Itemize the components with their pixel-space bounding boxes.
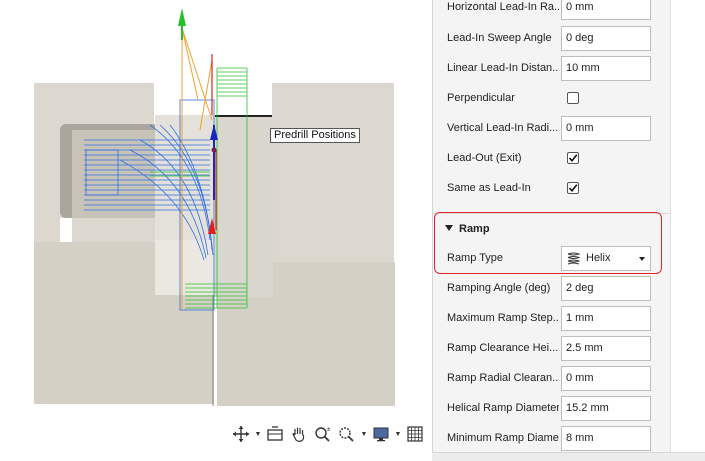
ramp-radial-clearance-field[interactable]: 0 mm (561, 366, 651, 391)
vertical-leadin-radius-row: Vertical Lead-In Radi... 0 mm (433, 113, 671, 143)
horizontal-leadin-radius-label: Horizontal Lead-In Ra... (447, 1, 559, 13)
checkmark-icon (568, 184, 578, 193)
helical-ramp-diameter-field[interactable]: 15.2 mm (561, 396, 651, 421)
panel-scrollbar[interactable] (670, 0, 705, 461)
model-scene[interactable] (0, 0, 430, 461)
helical-ramp-diameter-label: Helical Ramp Diameter (447, 402, 559, 414)
minimum-ramp-diameter-field[interactable]: 8 mm (561, 426, 651, 451)
axis-y-arrow (178, 8, 186, 26)
right-inner-wall (215, 115, 273, 297)
ramping-angle-field[interactable]: 2 deg (561, 276, 651, 301)
ramp-highlight-annotation (434, 212, 662, 274)
ramping-angle-label: Ramping Angle (deg) (447, 282, 551, 294)
navigation-toolbar: ▼ ± ▼ ▼ ▼ (230, 421, 430, 447)
ramping-angle-row: Ramping Angle (deg) 2 deg (433, 273, 671, 303)
horizontal-leadin-radius-row: Horizontal Lead-In Ra... 0 mm (433, 0, 671, 22)
leadout-exit-row: Lead-Out (Exit) (433, 143, 671, 173)
linear-leadin-distance-field[interactable]: 10 mm (561, 56, 651, 81)
vertical-leadin-radius-field[interactable]: 0 mm (561, 116, 651, 141)
same-as-leadin-label: Same as Lead-In (447, 182, 531, 194)
zoom-window-icon[interactable] (336, 423, 358, 445)
perpendicular-checkbox[interactable] (567, 92, 579, 104)
minimum-ramp-diameter-label: Minimum Ramp Diame... (447, 432, 559, 444)
leadin-sweep-angle-field[interactable]: 0 deg (561, 26, 651, 51)
leadout-exit-label: Lead-Out (Exit) (447, 152, 522, 164)
minimum-ramp-diameter-row: Minimum Ramp Diame... 8 mm (433, 423, 671, 453)
stock-right-upper (272, 83, 394, 263)
vertical-leadin-radius-label: Vertical Lead-In Radi... (447, 122, 559, 134)
ramp-radial-clearance-row: Ramp Radial Clearan... 0 mm (433, 363, 671, 393)
same-as-leadin-row: Same as Lead-In (433, 173, 671, 203)
channel-floor (155, 240, 215, 295)
toolpath-point (211, 147, 217, 153)
zoom-icon[interactable]: ± (312, 423, 334, 445)
svg-text:±: ± (326, 426, 331, 433)
zoom-dropdown-icon[interactable]: ▼ (360, 423, 368, 445)
leadin-sweep-angle-label: Lead-In Sweep Angle (447, 32, 552, 44)
linear-leadin-distance-row: Linear Lead-In Distan... 10 mm (433, 53, 671, 83)
maximum-ramp-step-label: Maximum Ramp Step... (447, 312, 559, 324)
same-as-leadin-checkbox[interactable] (567, 182, 579, 194)
linear-leadin-distance-label: Linear Lead-In Distan... (447, 62, 559, 74)
orbit-dropdown-icon[interactable]: ▼ (254, 423, 262, 445)
pan-hand-icon[interactable] (288, 423, 310, 445)
helical-ramp-diameter-row: Helical Ramp Diameter 15.2 mm (433, 393, 671, 423)
display-settings-icon[interactable] (370, 423, 392, 445)
horizontal-scrollbar[interactable] (432, 452, 705, 461)
grid-dropdown-icon[interactable]: ▼ (428, 423, 430, 445)
maximum-ramp-step-row: Maximum Ramp Step... 1 mm (433, 303, 671, 333)
maximum-ramp-step-field[interactable]: 1 mm (561, 306, 651, 331)
leadin-sweep-angle-row: Lead-In Sweep Angle 0 deg (433, 23, 671, 53)
checkmark-icon (568, 154, 578, 163)
horizontal-leadin-radius-field[interactable]: 0 mm (561, 0, 651, 20)
look-at-icon[interactable] (264, 423, 286, 445)
perpendicular-label: Perpendicular (447, 92, 515, 104)
ramp-clearance-height-row: Ramp Clearance Hei... 2.5 mm (433, 333, 671, 363)
leadout-exit-checkbox[interactable] (567, 152, 579, 164)
ramp-radial-clearance-label: Ramp Radial Clearan... (447, 372, 559, 384)
display-dropdown-icon[interactable]: ▼ (394, 423, 402, 445)
ramp-clearance-height-label: Ramp Clearance Hei... (447, 342, 559, 354)
grid-icon[interactable] (404, 423, 426, 445)
predrill-positions-tooltip: Predrill Positions (270, 128, 360, 143)
ramp-clearance-height-field[interactable]: 2.5 mm (561, 336, 651, 361)
orbit-icon[interactable] (230, 423, 252, 445)
perpendicular-row: Perpendicular (433, 83, 671, 113)
graphics-viewport[interactable]: Predrill Positions ▼ ± ▼ ▼ ▼ (0, 0, 430, 461)
